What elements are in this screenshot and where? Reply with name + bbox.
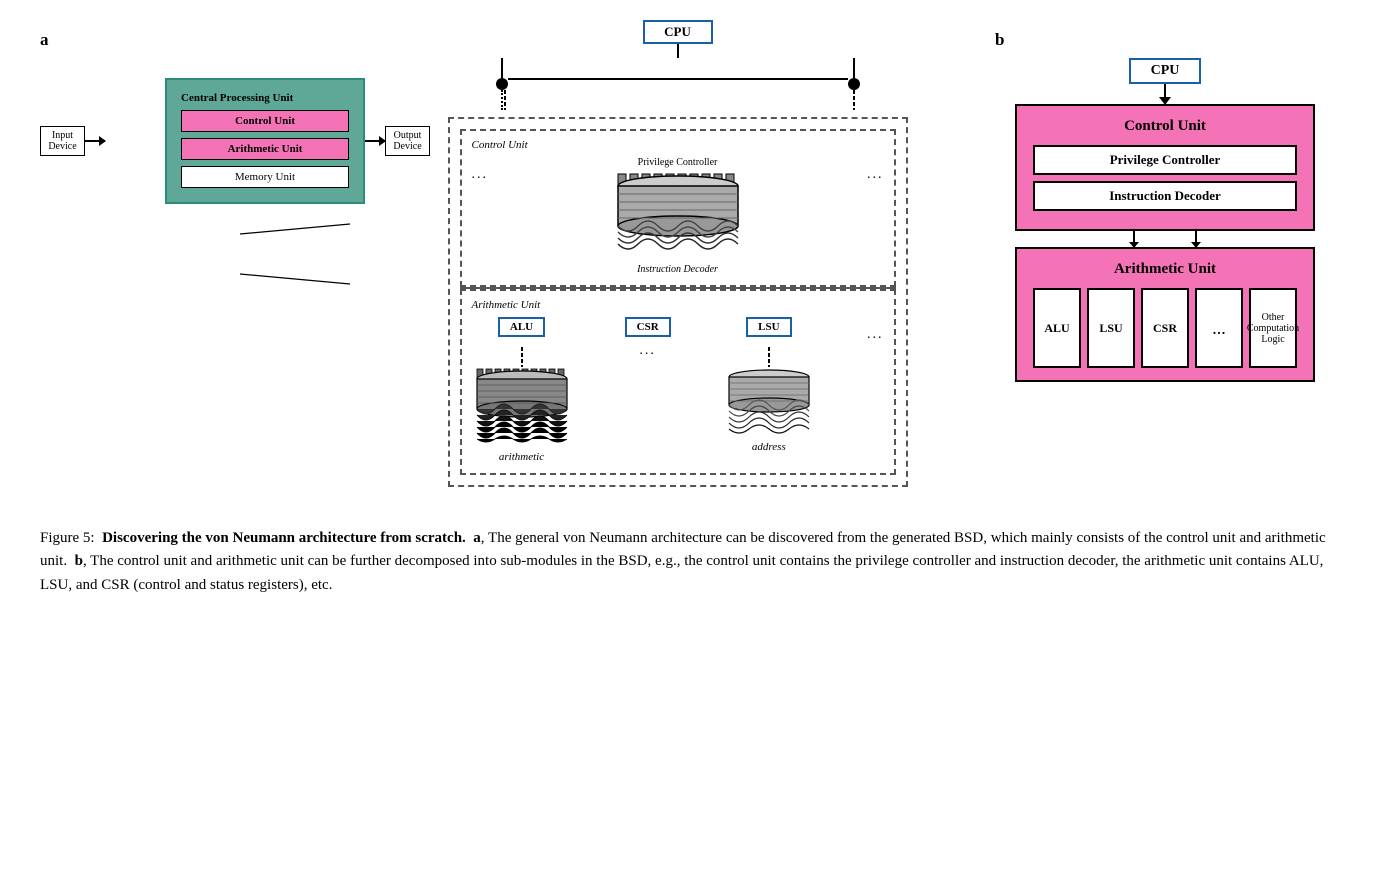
- right-vline-bot: [852, 90, 856, 115]
- bsd-au-inner: ALU: [472, 317, 884, 463]
- b-other-box: Other Computation Logic: [1249, 288, 1297, 368]
- bsd-alu-col: ALU: [472, 317, 572, 463]
- cpu-box-title: Central Processing Unit: [181, 92, 349, 104]
- arithmetic-drum-svg: [472, 367, 572, 447]
- node-left: [496, 78, 508, 90]
- b-other-label: Other Computation Logic: [1247, 312, 1299, 345]
- panel-center: CPU: [360, 20, 995, 487]
- panel-b-content: CPU Control Unit Privilege Controller In…: [1015, 58, 1315, 382]
- bsd-main: CPU: [448, 20, 908, 487]
- panel-a: a Input Device Central Processing Unit C…: [40, 20, 360, 294]
- bsd-dots-left: ...: [472, 167, 489, 183]
- memory-unit-box-a: Memory Unit: [181, 166, 349, 188]
- b-dots-box: ...: [1195, 288, 1243, 368]
- priv-drum-svg: [608, 172, 748, 262]
- cpu-box-a: Central Processing Unit Control Unit Ari…: [165, 78, 365, 204]
- arrow-input-cpu: [85, 140, 105, 142]
- b-privilege-controller: Privilege Controller: [1033, 145, 1297, 175]
- bsd-cpu-box: CPU: [643, 20, 713, 44]
- bsd-au-dots-r2: ...: [867, 327, 884, 343]
- alu-dotted-line: [520, 347, 524, 367]
- arithmetic-label: arithmetic: [499, 451, 544, 463]
- bsd-lsu-col: LSU: [724, 317, 814, 453]
- b-multi-arrows: [1133, 231, 1197, 247]
- figure-container: a Input Device Central Processing Unit C…: [40, 20, 1335, 597]
- bsd-cu-inner: ... Privilege Controller: [472, 157, 884, 275]
- bsd-au-dots-right: ...: [867, 317, 884, 343]
- bsd-left-branch: [496, 58, 508, 110]
- caption-figure-number: Figure 5:: [40, 530, 95, 546]
- b-arithmetic-unit-title: Arithmetic Unit: [1033, 261, 1297, 278]
- panel-b-label: b: [995, 30, 1004, 50]
- address-drum: [724, 367, 814, 437]
- address-drum-svg: [724, 367, 814, 437]
- priv-drum-visual: [608, 172, 748, 262]
- bsd-arithmetic-unit-label: Arithmetic Unit: [472, 299, 884, 311]
- diagrams-row: a Input Device Central Processing Unit C…: [40, 20, 1335, 487]
- b-arithmetic-unit-block: Arithmetic Unit ALU LSU CSR ... Other Co…: [1015, 247, 1315, 382]
- arithmetic-unit-box-a: Arithmetic Unit: [181, 138, 349, 160]
- bsd-cpu-vline: [677, 44, 679, 58]
- input-device-container: Input Device: [40, 126, 85, 156]
- address-label: address: [752, 441, 786, 453]
- control-unit-box-a: Control Unit: [181, 110, 349, 132]
- right-vline-top: [853, 58, 855, 78]
- arithmetic-drum: [472, 367, 572, 447]
- bsd-cu-right: ...: [867, 157, 884, 183]
- b-control-unit-block: Control Unit Privilege Controller Instru…: [1015, 104, 1315, 231]
- b-arrow-2: [1195, 231, 1197, 247]
- bsd-au-dots: ...: [639, 343, 656, 359]
- caption-text-b: , The control unit and arithmetic unit c…: [40, 553, 1323, 592]
- instr-decoder-label: Instruction Decoder: [637, 264, 718, 275]
- caption-label-a: a: [473, 530, 481, 546]
- input-device-label: Input Device: [40, 126, 85, 156]
- b-arrow-1: [1133, 231, 1135, 247]
- left-vline-bot: [501, 90, 503, 110]
- bsd-arithmetic-unit-section: Arithmetic Unit ALU: [460, 289, 896, 475]
- bsd-cu-left: ...: [472, 157, 489, 183]
- bsd-outer-dashed: Control Unit ... Privilege Controller: [448, 117, 908, 487]
- bsd-csr-col: CSR ...: [625, 317, 671, 359]
- bsd-hline: [508, 78, 848, 80]
- b-control-unit-title: Control Unit: [1033, 118, 1297, 135]
- bsd-cu-center: Privilege Controller: [508, 157, 847, 275]
- bsd-lsu-box: LSU: [746, 317, 791, 337]
- bsd-alu-box: ALU: [498, 317, 545, 337]
- arrowhead-input: [99, 136, 106, 146]
- b-cpu-box: CPU: [1129, 58, 1202, 84]
- b-csr-box: CSR: [1141, 288, 1189, 368]
- node-right: [848, 78, 860, 90]
- figure-caption: Figure 5: Discovering the von Neumann ar…: [40, 527, 1335, 597]
- panel-a-label: a: [40, 30, 49, 50]
- input-label-text: Input Device: [48, 130, 76, 152]
- connector-lines-a: [70, 214, 350, 294]
- b-instruction-decoder: Instruction Decoder: [1033, 181, 1297, 211]
- bsd-control-unit-label: Control Unit: [472, 139, 884, 151]
- lsu-dotted-line: [767, 347, 771, 367]
- priv-ctrl-label: Privilege Controller: [638, 157, 718, 168]
- b-inner-boxes: ALU LSU CSR ... Other Computation Logic: [1033, 288, 1297, 368]
- bsd-csr-box: CSR: [625, 317, 671, 337]
- bsd-spread: [468, 58, 888, 115]
- bsd-dots-right: ...: [867, 167, 884, 183]
- left-vline-top: [501, 58, 503, 78]
- bsd-right-branch: [848, 58, 860, 115]
- caption-label-b: b: [75, 553, 83, 569]
- bsd-control-unit-section: Control Unit ... Privilege Controller: [460, 129, 896, 287]
- caption-bold-title: Discovering the von Neumann architecture…: [102, 530, 466, 546]
- b-cpu-arrow: [1164, 84, 1166, 104]
- bsd-cpu-top: CPU: [448, 20, 908, 115]
- b-lsu-box: LSU: [1087, 288, 1135, 368]
- panel-b: b CPU Control Unit Privilege Controller …: [995, 20, 1335, 382]
- b-alu-box: ALU: [1033, 288, 1081, 368]
